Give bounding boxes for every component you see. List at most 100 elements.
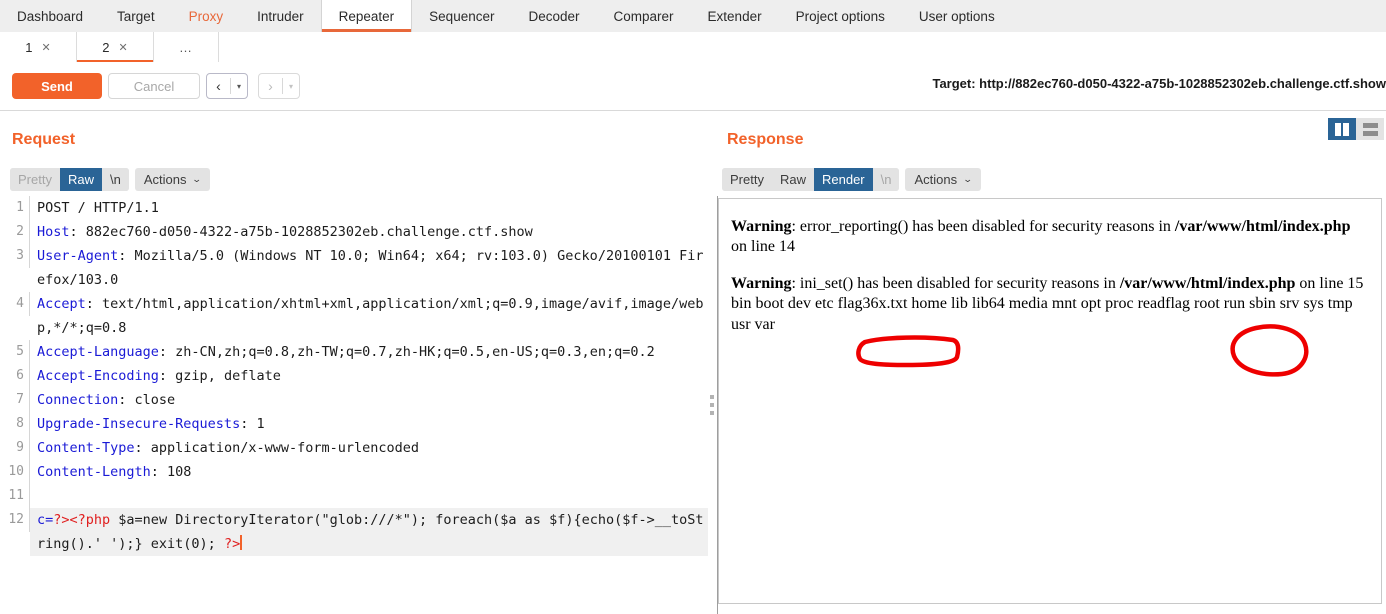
request-view-chips: Pretty Raw \n Actions ⌄ <box>10 168 211 191</box>
code-segment: Accept-Encoding <box>37 368 159 384</box>
line-content: Accept-Encoding: gzip, deflate <box>30 364 708 388</box>
main-tab-label: Extender <box>707 8 762 24</box>
request-line[interactable]: 9 Content-Type: application/x-www-form-ur… <box>0 436 708 460</box>
warning-paragraph-1: Warning: error_reporting() has been disa… <box>731 217 1369 258</box>
code-segment: c= <box>37 512 54 528</box>
response-chip-pretty[interactable]: Pretty <box>722 168 772 191</box>
layout-vertical-split-button[interactable] <box>1328 118 1356 140</box>
layout-horizontal-split-button[interactable] <box>1356 118 1384 140</box>
response-view-chips: Pretty Raw Render \n Actions ⌄ <box>722 168 981 191</box>
repeater-tab-label: 1 <box>25 39 33 55</box>
response-chip-actions[interactable]: Actions ⌄ <box>905 168 981 191</box>
code-segment: Accept-Language <box>37 344 159 360</box>
warning-path-2: /var/www/html/index.php <box>1119 274 1296 292</box>
response-chip-render[interactable]: Render <box>813 168 873 191</box>
main-tab-label: Decoder <box>528 8 580 24</box>
target-url-label: Target: http://882ec760-d050-4322-a75b-1… <box>932 76 1386 91</box>
split-horizontal-icon <box>1362 122 1378 136</box>
panel-splitter[interactable] <box>709 196 718 614</box>
request-line[interactable]: 10 Content-Length: 108 <box>0 460 708 484</box>
split-vertical-icon <box>1335 122 1349 136</box>
main-tab-label: Comparer <box>613 8 674 24</box>
main-tab-label: Dashboard <box>17 8 84 24</box>
request-chip-raw[interactable]: Raw <box>59 168 102 191</box>
go-back-button[interactable]: ‹ ▾ <box>206 73 248 99</box>
main-tab-extender[interactable]: Extender <box>691 0 779 32</box>
warning-label-1: Warning <box>731 218 792 235</box>
main-tab-project-options[interactable]: Project options <box>779 0 902 32</box>
line-number: 10 <box>0 460 30 484</box>
chevron-down-icon[interactable]: ▾ <box>283 82 299 91</box>
main-tab-dashboard[interactable]: Dashboard <box>0 0 100 32</box>
main-tab-proxy[interactable]: Proxy <box>172 0 241 32</box>
request-line[interactable]: 6 Accept-Encoding: gzip, deflate <box>0 364 708 388</box>
response-render-view[interactable]: Warning: error_reporting() has been disa… <box>718 198 1382 604</box>
new-repeater-tab-button[interactable]: … <box>154 32 219 62</box>
response-view-mode-group: Pretty Raw Render \n <box>722 168 900 191</box>
request-line[interactable]: 5 Accept-Language: zh-CN,zh;q=0.8,zh-TW;q… <box>0 340 708 364</box>
code-segment: Content-Type <box>37 440 135 456</box>
rendered-html-content: Warning: error_reporting() has been disa… <box>719 199 1381 335</box>
response-chip-raw[interactable]: Raw <box>771 168 814 191</box>
close-icon[interactable]: ✕ <box>42 41 51 54</box>
warning-paragraph-2: Warning: ini_set() has been disabled for… <box>731 274 1369 294</box>
main-tab-intruder[interactable]: Intruder <box>240 0 321 32</box>
repeater-tab-2[interactable]: 2 ✕ <box>77 32 154 63</box>
warning-line-2: on line 15 <box>1295 274 1364 292</box>
request-chip-pretty[interactable]: Pretty <box>10 168 60 191</box>
code-segment: : 108 <box>150 464 192 480</box>
send-button[interactable]: Send <box>12 73 102 99</box>
request-line[interactable]: 2 Host: 882ec760-d050-4322-a75b-102885230… <box>0 220 708 244</box>
request-chip-actions[interactable]: Actions ⌄ <box>134 168 211 191</box>
line-number: 4 <box>0 292 30 316</box>
line-number: 5 <box>0 340 30 364</box>
chip-label: Pretty <box>730 172 764 187</box>
chip-label: \n <box>880 172 892 187</box>
request-line[interactable]: 8 Upgrade-Insecure-Requests: 1 <box>0 412 708 436</box>
go-forward-button[interactable]: › ▾ <box>258 73 300 99</box>
repeater-sub-tab-bar: 1 ✕ 2 ✕… <box>0 32 1386 63</box>
request-chip-newline[interactable]: \n <box>101 168 129 191</box>
line-number: 2 <box>0 220 30 244</box>
request-panel-title: Request <box>12 131 76 148</box>
line-number: 11 <box>0 484 30 508</box>
chip-label: Raw <box>779 172 806 187</box>
request-line[interactable]: 4 Accept: text/html,application/xhtml+xml… <box>0 292 708 340</box>
request-line[interactable]: 11 <box>0 484 708 508</box>
repeater-tab-1[interactable]: 1 ✕ <box>0 32 77 62</box>
chip-label: \n <box>109 172 121 187</box>
main-tab-sequencer[interactable]: Sequencer <box>412 0 511 32</box>
chevron-down-icon[interactable]: ▾ <box>231 82 247 91</box>
code-segment: ?> <box>223 536 241 552</box>
request-editor[interactable]: 1 POST / HTTP/1.1 2 Host: 882ec760-d050-432… <box>0 196 708 614</box>
chip-label: Render <box>821 172 865 187</box>
request-line[interactable]: 3 User-Agent: Mozilla/5.0 (Windows NT 10.… <box>0 244 708 292</box>
line-content: Connection: close <box>30 388 708 412</box>
request-line[interactable]: 1 POST / HTTP/1.1 <box>0 196 708 220</box>
line-number: 6 <box>0 364 30 388</box>
chip-label: Pretty <box>18 172 52 187</box>
code-segment: POST / HTTP/1.1 <box>37 200 159 216</box>
repeater-tab-label: 2 <box>102 39 110 55</box>
line-content: POST / HTTP/1.1 <box>30 196 708 220</box>
code-segment: Upgrade-Insecure-Requests <box>37 416 241 432</box>
main-tab-user-options[interactable]: User options <box>902 0 1012 32</box>
code-segment: : text/html,application/xhtml+xml,applic… <box>37 296 704 336</box>
main-tab-target[interactable]: Target <box>100 0 172 32</box>
request-line[interactable]: 7 Connection: close <box>0 388 708 412</box>
line-content: Accept-Language: zh-CN,zh;q=0.8,zh-TW;q=… <box>30 340 708 364</box>
line-content: Host: 882ec760-d050-4322-a75b-1028852302… <box>30 220 708 244</box>
cancel-button[interactable]: Cancel <box>108 73 200 99</box>
request-line[interactable]: 12 c=?><?php $a=new DirectoryIterator("gl… <box>0 508 708 556</box>
main-tab-label: Project options <box>795 8 885 24</box>
main-tab-comparer[interactable]: Comparer <box>597 0 691 32</box>
code-segment: Host <box>37 224 70 240</box>
warning-path-1: /var/www/html/index.php <box>1174 218 1351 235</box>
chevron-right-icon: › <box>268 78 273 94</box>
main-tab-label: Proxy <box>188 8 224 24</box>
line-content: User-Agent: Mozilla/5.0 (Windows NT 10.0… <box>30 244 708 292</box>
main-tab-decoder[interactable]: Decoder <box>511 0 596 32</box>
close-icon[interactable]: ✕ <box>119 41 128 54</box>
main-tab-repeater[interactable]: Repeater <box>320 0 413 32</box>
response-chip-newline[interactable]: \n <box>872 168 900 191</box>
